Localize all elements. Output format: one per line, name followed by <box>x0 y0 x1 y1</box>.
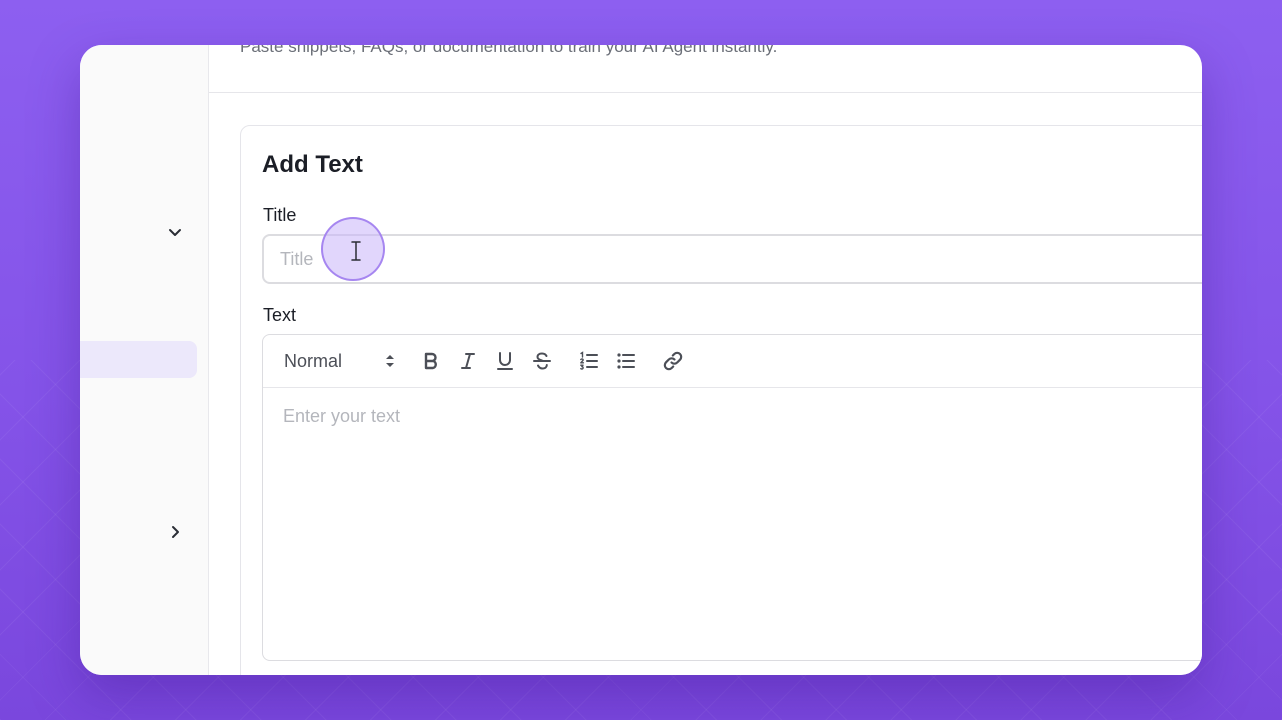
text-editor[interactable]: Normal Enter your text <box>262 334 1202 661</box>
app-window: Paste snippets, FAQs, or documentation t… <box>80 45 1202 675</box>
header-divider <box>209 92 1202 93</box>
add-text-card: Add Text Title Text Normal <box>240 125 1202 675</box>
link-icon[interactable] <box>661 349 685 373</box>
sidebar-item-active[interactable] <box>80 341 197 378</box>
select-arrows-icon <box>386 355 394 367</box>
ordered-list-icon[interactable] <box>577 349 601 373</box>
text-cursor-icon <box>351 241 361 261</box>
card-title: Add Text <box>262 151 363 178</box>
strikethrough-icon[interactable] <box>530 349 554 373</box>
bold-icon[interactable] <box>419 349 443 373</box>
format-select-value: Normal <box>284 351 343 371</box>
main-content: Paste snippets, FAQs, or documentation t… <box>209 45 1202 675</box>
format-select[interactable]: Normal <box>284 348 400 374</box>
page-subtitle: Paste snippets, FAQs, or documentation t… <box>240 45 778 56</box>
editor-placeholder: Enter your text <box>283 406 401 426</box>
italic-icon[interactable] <box>456 349 480 373</box>
chevron-down-icon[interactable] <box>166 223 184 241</box>
editor-toolbar: Normal <box>263 335 1202 388</box>
chevron-right-icon[interactable] <box>166 523 184 541</box>
bullet-list-icon[interactable] <box>614 349 638 373</box>
title-label: Title <box>263 205 297 225</box>
sidebar <box>80 45 209 675</box>
title-input[interactable] <box>262 234 1202 284</box>
underline-icon[interactable] <box>493 349 517 373</box>
text-label: Text <box>263 305 297 325</box>
